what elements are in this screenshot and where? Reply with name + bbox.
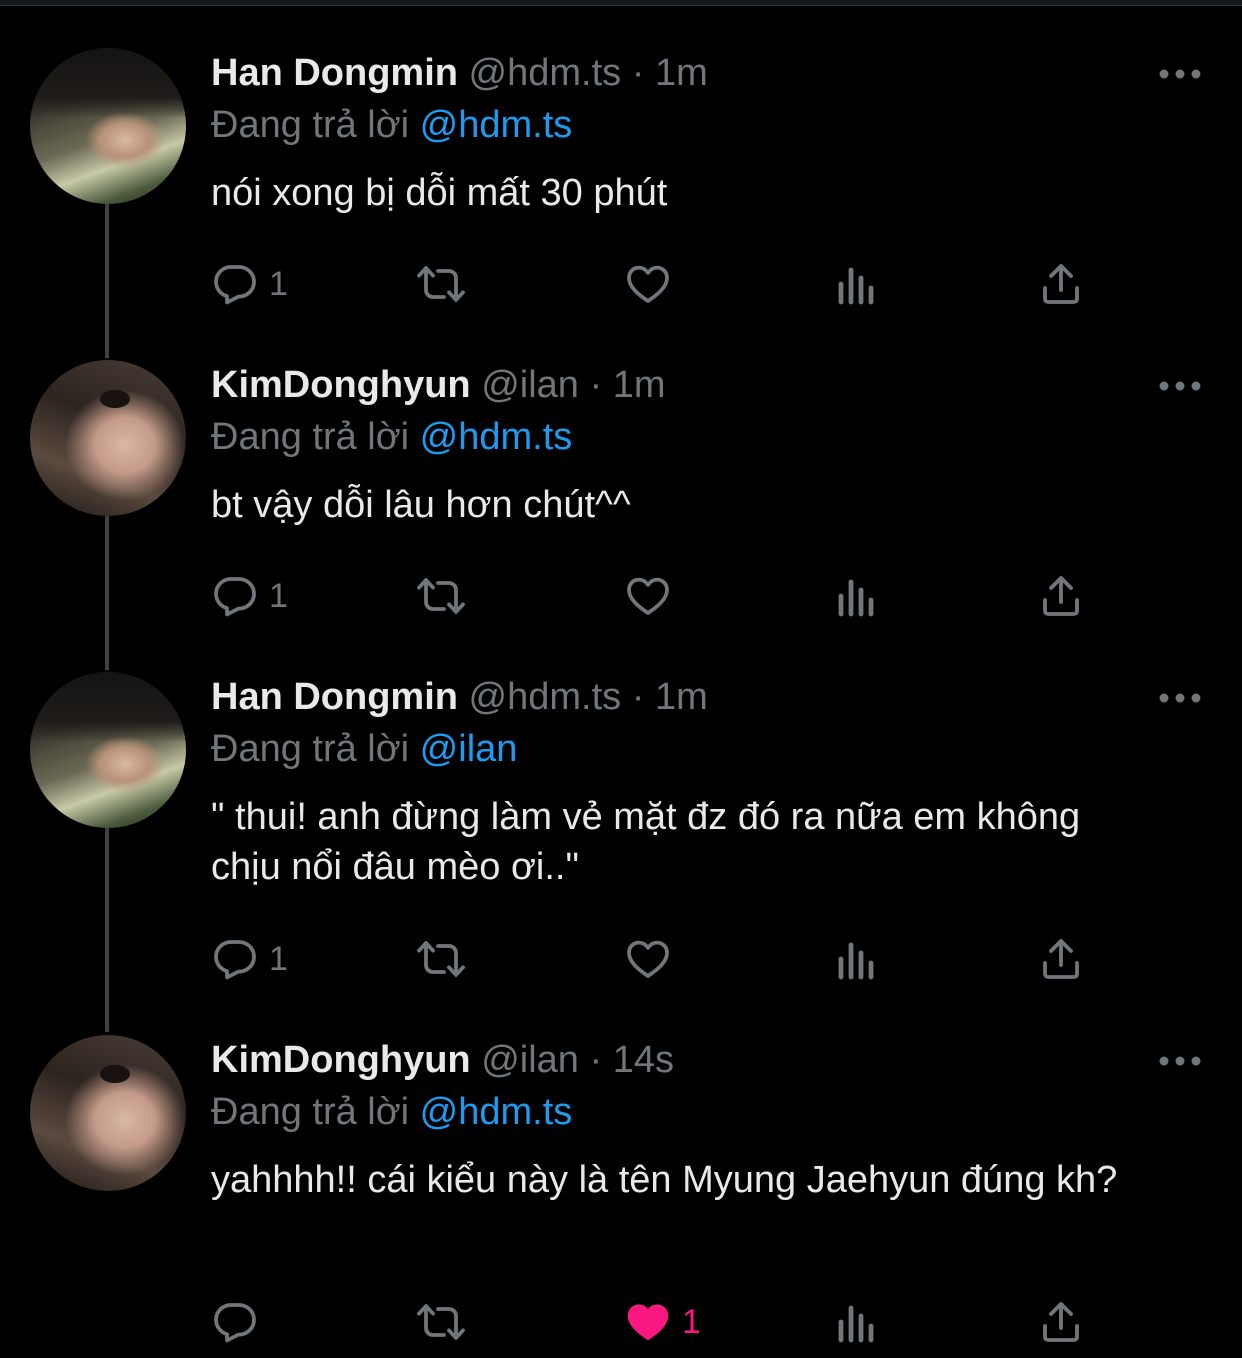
tweet-text: bt vậy dỗi lâu hơn chút^^ <box>211 484 631 526</box>
reply-button[interactable]: 1 <box>211 571 288 621</box>
analytics-icon <box>838 942 874 980</box>
views-button[interactable] <box>831 1297 879 1347</box>
more-icon[interactable] <box>1158 692 1202 704</box>
display-name[interactable]: KimDonghyun <box>211 1039 471 1081</box>
tweet-text: yahhhh!! cái kiểu này là tên Myung Jaehy… <box>211 1159 1118 1201</box>
separator-dot: · <box>631 52 645 94</box>
reply-count: 1 <box>269 939 288 978</box>
like-button[interactable] <box>624 571 672 621</box>
like-count: 1 <box>682 1302 701 1341</box>
replying-to: Đang trả lời @hdm.ts <box>211 414 572 460</box>
like-button[interactable]: 1 <box>624 1297 701 1347</box>
username[interactable]: @hdm.ts <box>469 676 622 718</box>
username[interactable]: @ilan <box>481 1039 579 1081</box>
reply-count: 1 <box>269 264 288 303</box>
timestamp[interactable]: 1m <box>613 364 666 406</box>
like-button[interactable] <box>624 259 672 309</box>
share-button[interactable] <box>1037 571 1085 621</box>
tweet-text: " thui! anh đừng làm vẻ mặt đz đó ra nữa… <box>211 796 1081 888</box>
replying-label: Đang trả lời <box>211 728 410 770</box>
reply-icon <box>214 1303 256 1343</box>
reply-button[interactable]: 1 <box>211 259 288 309</box>
display-name[interactable]: Han Dongmin <box>211 676 458 718</box>
replying-to: Đang trả lời @ilan <box>211 726 517 772</box>
retweet-icon <box>417 578 465 614</box>
like-button[interactable] <box>624 934 672 984</box>
reply-icon <box>214 265 256 305</box>
thread-connector <box>105 200 109 358</box>
separator-dot: · <box>631 676 645 718</box>
top-divider <box>0 0 1242 6</box>
replying-label: Đang trả lời <box>211 416 410 458</box>
reply-icon <box>214 940 256 980</box>
mention-link[interactable]: @hdm.ts <box>420 416 573 458</box>
thread-connector <box>105 824 109 1032</box>
timestamp[interactable]: 14s <box>613 1039 674 1081</box>
avatar[interactable] <box>30 1035 186 1191</box>
retweet-icon <box>417 1304 465 1340</box>
views-button[interactable] <box>831 259 879 309</box>
timestamp[interactable]: 1m <box>655 52 708 94</box>
tweet-header: Han Dongmin @hdm.ts · 1m <box>211 50 708 96</box>
reply-icon <box>214 577 256 617</box>
analytics-icon <box>838 579 874 617</box>
analytics-icon <box>838 1305 874 1343</box>
replying-label: Đang trả lời <box>211 1091 410 1133</box>
views-button[interactable] <box>831 934 879 984</box>
separator-dot: · <box>589 364 603 406</box>
replying-label: Đang trả lời <box>211 104 410 146</box>
retweet-button[interactable] <box>417 571 465 621</box>
avatar[interactable] <box>30 672 186 828</box>
mention-link[interactable]: @ilan <box>420 728 518 770</box>
replying-to: Đang trả lời @hdm.ts <box>211 102 572 148</box>
mention-link[interactable]: @hdm.ts <box>420 104 573 146</box>
heart-icon <box>627 940 669 978</box>
retweet-icon <box>417 941 465 977</box>
more-icon[interactable] <box>1158 68 1202 80</box>
share-button[interactable] <box>1037 1297 1085 1347</box>
username[interactable]: @ilan <box>481 364 579 406</box>
retweet-button[interactable] <box>417 259 465 309</box>
reply-button[interactable] <box>211 1297 269 1347</box>
share-button[interactable] <box>1037 934 1085 984</box>
retweet-button[interactable] <box>417 934 465 984</box>
avatar[interactable] <box>30 360 186 516</box>
timestamp[interactable]: 1m <box>655 676 708 718</box>
share-icon <box>1043 264 1079 304</box>
more-icon[interactable] <box>1158 1055 1202 1067</box>
tweet-actions: 1 <box>211 259 1111 309</box>
share-icon <box>1043 939 1079 979</box>
heart-icon <box>627 265 669 303</box>
reply-count: 1 <box>269 576 288 615</box>
mention-link[interactable]: @hdm.ts <box>420 1091 573 1133</box>
separator-dot: · <box>589 1039 603 1081</box>
tweet-header: Han Dongmin @hdm.ts · 1m <box>211 674 708 720</box>
retweet-icon <box>417 266 465 302</box>
username[interactable]: @hdm.ts <box>469 52 622 94</box>
heart-icon <box>627 577 669 615</box>
more-icon[interactable] <box>1158 380 1202 392</box>
views-button[interactable] <box>831 571 879 621</box>
tweet-actions: 1 <box>211 571 1111 621</box>
retweet-button[interactable] <box>417 1297 465 1347</box>
thread-connector <box>105 512 109 670</box>
tweet-actions: 1 <box>211 1297 1111 1347</box>
display-name[interactable]: Han Dongmin <box>211 52 458 94</box>
share-button[interactable] <box>1037 259 1085 309</box>
heart-icon <box>627 1304 669 1341</box>
share-icon <box>1043 576 1079 616</box>
analytics-icon <box>838 267 874 305</box>
tweet-actions: 1 <box>211 934 1111 984</box>
tweet-header: KimDonghyun @ilan · 14s <box>211 1037 674 1083</box>
reply-button[interactable]: 1 <box>211 934 288 984</box>
display-name[interactable]: KimDonghyun <box>211 364 471 406</box>
avatar[interactable] <box>30 48 186 204</box>
tweet-header: KimDonghyun @ilan · 1m <box>211 362 666 408</box>
share-icon <box>1043 1302 1079 1342</box>
replying-to: Đang trả lời @hdm.ts <box>211 1089 572 1135</box>
tweet-text: nói xong bị dỗi mất 30 phút <box>211 172 668 214</box>
